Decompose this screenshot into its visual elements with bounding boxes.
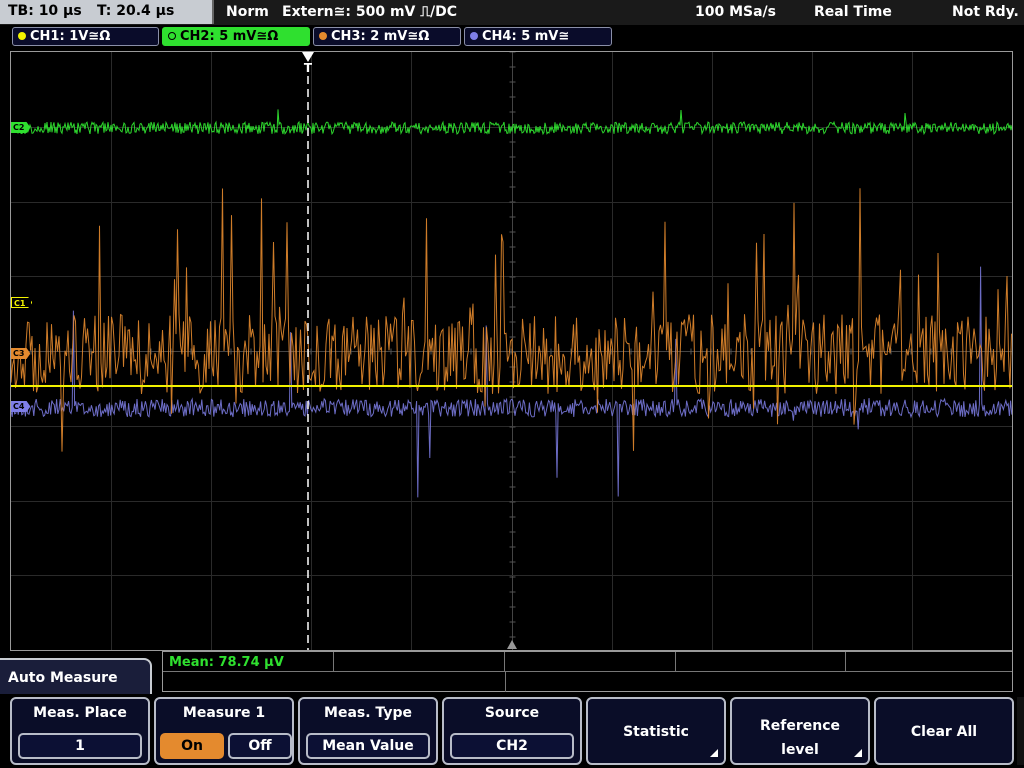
channel-tab-ch3[interactable]: CH3: 2 mV≅Ω xyxy=(313,27,461,46)
meas-type-softkey[interactable]: Meas. Type Mean Value xyxy=(298,697,438,765)
reference-level-label: Reference level xyxy=(732,714,868,762)
waveform-traces xyxy=(11,109,1012,498)
meas-place-value[interactable]: 1 xyxy=(18,733,142,759)
source-label: Source xyxy=(484,705,540,721)
measurement-results-panel: Mean: 78.74 µV xyxy=(162,651,1013,692)
acquisition-mode[interactable]: Real Time xyxy=(814,4,892,20)
menu-scrollbar[interactable] xyxy=(1017,697,1024,765)
meas-cell-2 xyxy=(334,652,505,672)
status-bar: TB: 10 µs T: 20.4 µs Norm Extern≅: 500 m… xyxy=(0,0,1024,25)
measure1-off-option[interactable]: Off xyxy=(228,733,292,759)
timebase-box[interactable]: TB: 10 µs T: 20.4 µs xyxy=(0,0,214,24)
channel-bar: CH1: 1V≅Ω CH2: 5 mV≅Ω CH3: 2 mV≅Ω CH4: 5… xyxy=(0,25,1024,49)
statistic-label: Statistic xyxy=(623,724,689,740)
meas-cell-1 xyxy=(163,652,334,672)
measure1-label: Measure 1 xyxy=(182,705,266,721)
ch2-trace xyxy=(11,109,1012,136)
ch3-label: CH3: 2 mV≅Ω xyxy=(331,29,430,44)
trigger-letter: T xyxy=(303,61,313,75)
ch2-label: CH2: 5 mV≅Ω xyxy=(180,29,279,44)
trigger-time-readout: T: 20.4 µs xyxy=(97,3,175,19)
meas-place-label: Meas. Place xyxy=(33,705,127,721)
clear-all-softkey[interactable]: Clear All xyxy=(874,697,1014,765)
ch4-label: CH4: 5 mV≅ xyxy=(482,29,570,44)
trigger-position-marker[interactable]: T xyxy=(302,52,314,76)
meas-divider xyxy=(505,672,506,692)
horizontal-center-marker-icon xyxy=(507,640,517,649)
channel-tab-ch1[interactable]: CH1: 1V≅Ω xyxy=(12,27,159,46)
waveform-canvas xyxy=(11,52,1012,650)
meas-cell-4 xyxy=(676,652,846,672)
meas-place-softkey[interactable]: Meas. Place 1 xyxy=(10,697,150,765)
ch2-offset-marker[interactable]: C2 xyxy=(11,122,31,133)
trigger-mode[interactable]: Norm xyxy=(226,4,269,20)
reference-level-softkey[interactable]: Reference level xyxy=(730,697,870,765)
submenu-arrow-icon xyxy=(710,749,718,757)
reference-level-line1: Reference xyxy=(759,718,841,734)
waveform-display[interactable]: T C2 C1 C3 C4 xyxy=(10,51,1013,651)
clear-all-label: Clear All xyxy=(910,724,978,740)
acquisition-state: Not Rdy. xyxy=(952,4,1019,20)
submenu-arrow-icon xyxy=(854,749,862,757)
timebase-readout: TB: 10 µs xyxy=(8,3,82,19)
ch1-color-dot-icon xyxy=(18,31,26,40)
meas-cell-3 xyxy=(505,652,676,672)
meas-type-label: Meas. Type xyxy=(324,705,412,721)
ch4-color-dot-icon xyxy=(470,31,478,40)
channel-tab-ch4[interactable]: CH4: 5 mV≅ xyxy=(464,27,612,46)
source-softkey[interactable]: Source CH2 xyxy=(442,697,582,765)
ch4-offset-marker[interactable]: C4 xyxy=(11,401,31,412)
measure1-softkey[interactable]: Measure 1 On Off xyxy=(154,697,294,765)
ch2-color-dot-icon xyxy=(168,31,176,40)
channel-tab-ch2[interactable]: CH2: 5 mV≅Ω xyxy=(162,27,310,46)
meas-type-value[interactable]: Mean Value xyxy=(306,733,430,759)
trigger-source[interactable]: Extern≅: 500 mV ⎍/DC xyxy=(282,4,457,20)
statistic-softkey[interactable]: Statistic xyxy=(586,697,726,765)
auto-measure-menu-title: Auto Measure xyxy=(0,658,152,694)
ch1-offset-marker[interactable]: C1 xyxy=(11,297,33,308)
reference-level-line2: level xyxy=(781,742,819,758)
ch3-color-dot-icon xyxy=(319,31,327,40)
source-value[interactable]: CH2 xyxy=(450,733,574,759)
sample-rate: 100 MSa/s xyxy=(695,4,777,20)
ch3-offset-marker[interactable]: C3 xyxy=(11,348,31,359)
meas-cell-5 xyxy=(846,652,1012,672)
ch1-label: CH1: 1V≅Ω xyxy=(30,29,111,44)
measure1-on-option[interactable]: On xyxy=(160,733,224,759)
